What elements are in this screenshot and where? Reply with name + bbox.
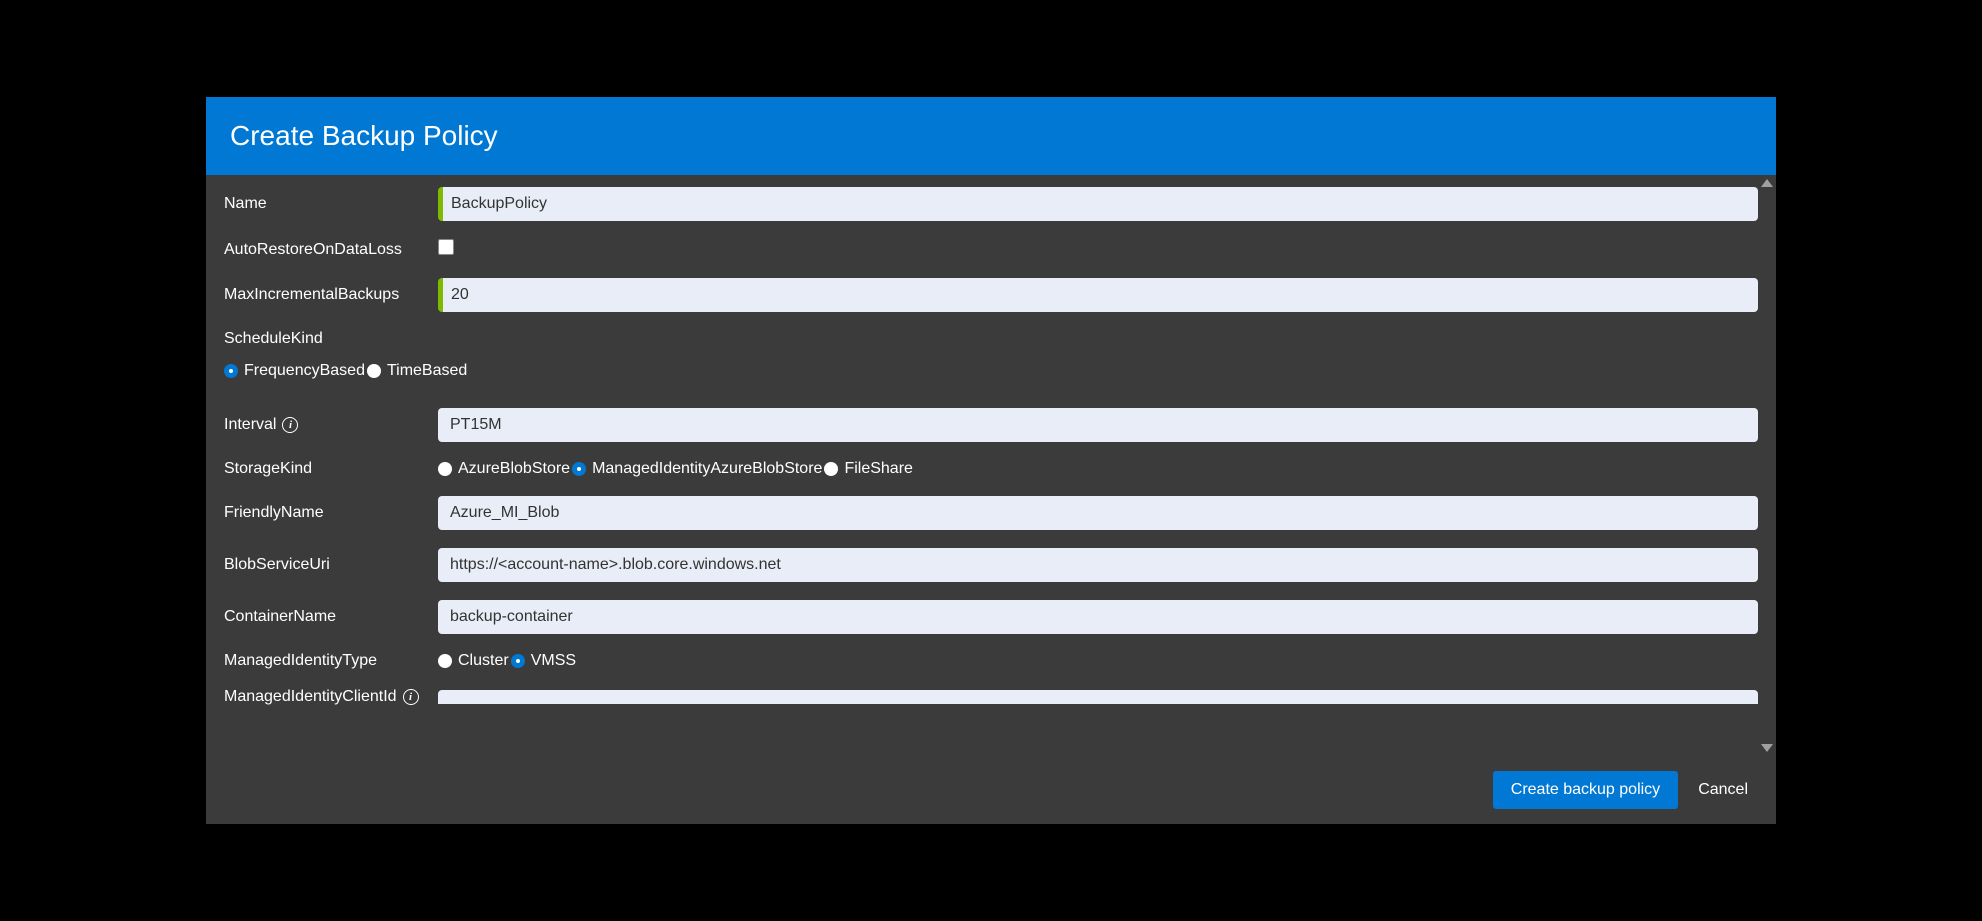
row-managedidentitytype: ManagedIdentityType Cluster VMSS: [224, 652, 1758, 670]
scroll-up-icon[interactable]: [1761, 179, 1773, 187]
managedidentityclientid-input[interactable]: [438, 690, 1758, 704]
info-icon[interactable]: i: [282, 417, 298, 433]
friendlyname-input[interactable]: [438, 496, 1758, 530]
interval-input[interactable]: [438, 408, 1758, 442]
radio-vmss[interactable]: [511, 654, 525, 668]
label-friendlyname: FriendlyName: [224, 504, 438, 522]
radio-fileshare-label: FileShare: [844, 460, 912, 478]
label-containername: ContainerName: [224, 608, 438, 626]
radio-frequencybased[interactable]: [224, 364, 238, 378]
cancel-button[interactable]: Cancel: [1694, 771, 1752, 809]
radio-vmss-label: VMSS: [531, 652, 576, 670]
radio-fileshare[interactable]: [824, 462, 838, 476]
autorestore-checkbox[interactable]: [438, 239, 454, 255]
maxincremental-input[interactable]: [438, 278, 1758, 312]
radio-frequencybased-label: FrequencyBased: [244, 362, 365, 380]
name-input[interactable]: [438, 187, 1758, 221]
label-storagekind: StorageKind: [224, 460, 438, 478]
label-managedidentityclientid: ManagedIdentityClientId i: [224, 688, 438, 706]
radio-managedidentityazureblobstore[interactable]: [572, 462, 586, 476]
containername-input[interactable]: [438, 600, 1758, 634]
label-schedulekind: ScheduleKind: [224, 330, 1758, 348]
dialog-header: Create Backup Policy: [206, 97, 1776, 175]
row-storagekind: StorageKind AzureBlobStore ManagedIdenti…: [224, 460, 1758, 478]
row-autorestore: AutoRestoreOnDataLoss: [224, 239, 1758, 260]
label-interval: Interval i: [224, 416, 438, 434]
row-blobserviceuri: BlobServiceUri: [224, 548, 1758, 582]
blobserviceuri-input[interactable]: [438, 548, 1758, 582]
scroll-down-icon[interactable]: [1761, 744, 1773, 752]
info-icon[interactable]: i: [403, 689, 419, 705]
row-maxincremental: MaxIncrementalBackups: [224, 278, 1758, 312]
label-managedidentitytype: ManagedIdentityType: [224, 652, 438, 670]
schedulekind-radio-group: FrequencyBased TimeBased: [224, 362, 1758, 380]
row-name: Name: [224, 187, 1758, 221]
radio-managedidentityazureblobstore-label: ManagedIdentityAzureBlobStore: [592, 460, 822, 478]
dialog-body: Name AutoRestoreOnDataLoss MaxIncrementa…: [206, 175, 1776, 756]
label-autorestore: AutoRestoreOnDataLoss: [224, 241, 438, 259]
radio-cluster-label: Cluster: [458, 652, 509, 670]
dialog-title: Create Backup Policy: [230, 120, 498, 152]
row-friendlyname: FriendlyName: [224, 496, 1758, 530]
dialog-footer: Create backup policy Cancel: [206, 756, 1776, 824]
row-containername: ContainerName: [224, 600, 1758, 634]
radio-azureblobstore-label: AzureBlobStore: [458, 460, 570, 478]
radio-timebased-label: TimeBased: [387, 362, 467, 380]
create-backup-policy-dialog: Create Backup Policy Name AutoRestoreOnD…: [206, 97, 1776, 824]
create-backup-policy-button[interactable]: Create backup policy: [1493, 771, 1678, 809]
label-name: Name: [224, 195, 438, 213]
radio-azureblobstore[interactable]: [438, 462, 452, 476]
scrollbar[interactable]: [1758, 175, 1776, 756]
row-interval: Interval i: [224, 408, 1758, 442]
radio-cluster[interactable]: [438, 654, 452, 668]
label-maxincremental: MaxIncrementalBackups: [224, 286, 438, 304]
row-managedidentityclientid: ManagedIdentityClientId i: [224, 688, 1758, 706]
radio-timebased[interactable]: [367, 364, 381, 378]
label-blobserviceuri: BlobServiceUri: [224, 556, 438, 574]
